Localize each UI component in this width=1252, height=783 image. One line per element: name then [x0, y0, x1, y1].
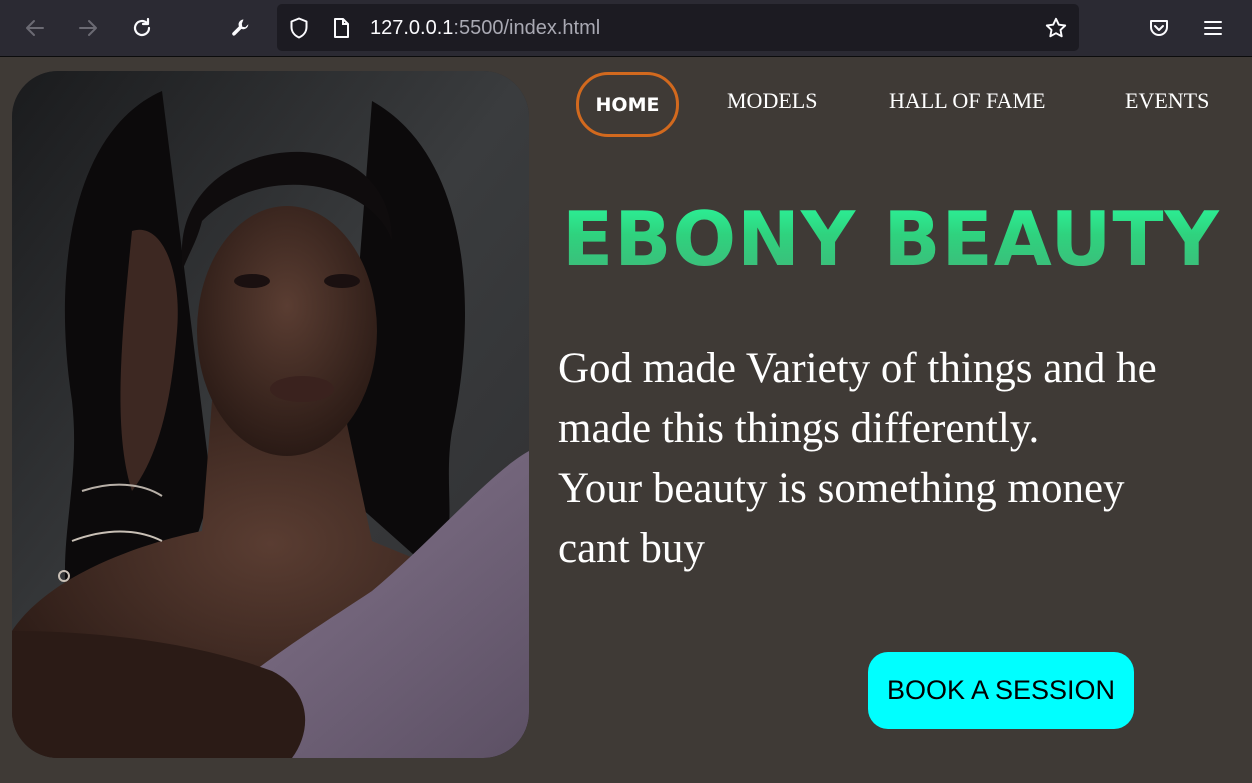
- nav-events-link[interactable]: EVENTS: [1125, 89, 1209, 113]
- forward-arrow-icon[interactable]: [74, 14, 102, 42]
- browser-toolbar: 127.0.0.1:5500/index.html: [0, 0, 1252, 57]
- model-portrait-image: [12, 71, 529, 758]
- reload-icon[interactable]: [128, 14, 156, 42]
- shield-icon[interactable]: [285, 14, 313, 42]
- url-text[interactable]: 127.0.0.1:5500/index.html: [370, 18, 600, 38]
- url-bar[interactable]: 127.0.0.1:5500/index.html: [277, 4, 1079, 51]
- url-path: :5500/index.html: [453, 17, 601, 39]
- nav-hall-of-fame-link[interactable]: HALL OF FAME: [889, 89, 1045, 113]
- pocket-icon[interactable]: [1145, 14, 1173, 42]
- page-icon: [327, 14, 355, 42]
- tagline-line: made this things differently.: [558, 405, 1040, 452]
- book-session-button[interactable]: BOOK A SESSION: [868, 652, 1134, 729]
- url-host: 127.0.0.1: [370, 17, 454, 39]
- page-content: HOME MODELS HALL OF FAME EVENTS EBONY BE…: [0, 57, 1252, 783]
- back-arrow-icon[interactable]: [21, 14, 49, 42]
- tagline-line: God made Variety of things and he: [558, 345, 1157, 392]
- bookmark-star-icon[interactable]: [1042, 14, 1070, 42]
- hero-title: EBONY BEAUTY: [562, 195, 1220, 283]
- wrench-icon[interactable]: [227, 14, 255, 42]
- tagline-line: Your beauty is something money: [558, 465, 1125, 512]
- nav-models-link[interactable]: MODELS: [727, 89, 817, 113]
- hero-tagline: God made Variety of things and he made t…: [558, 339, 1248, 579]
- tagline-line: cant buy: [558, 525, 705, 572]
- hamburger-menu-icon[interactable]: [1199, 14, 1227, 42]
- nav-home-link[interactable]: HOME: [576, 72, 679, 137]
